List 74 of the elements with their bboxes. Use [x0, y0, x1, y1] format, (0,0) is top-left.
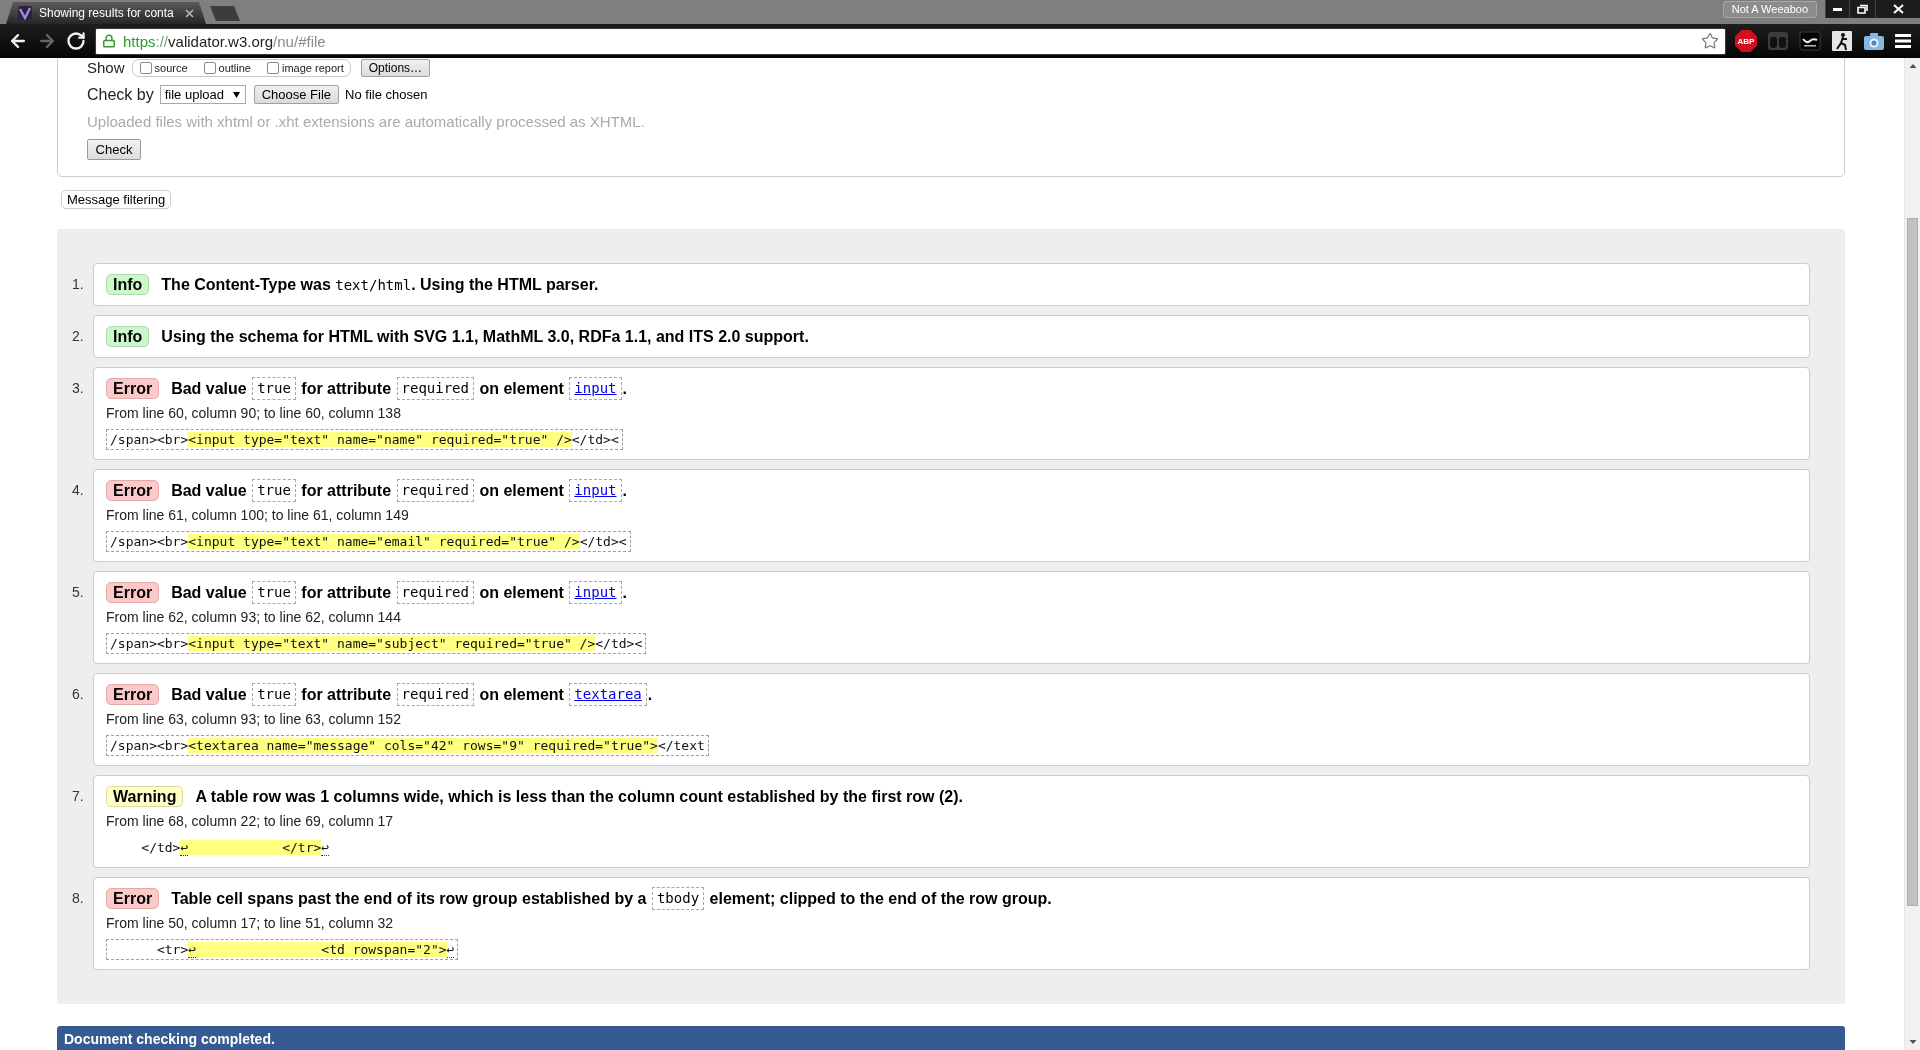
lock-icon — [102, 34, 116, 48]
location-text: From line 60, column 90; to line 60, column 138 — [106, 404, 401, 422]
code-extract: /span><br><textarea name="message" cols="42" rows="9" required="true"></text — [106, 735, 709, 756]
hint-text: Uploaded files with xhtml or .xht extensions are automatically processed as XHTML. — [87, 113, 645, 131]
location-text: From line 68, column 22; to line 69, column 17 — [106, 812, 394, 830]
severity-label: Error — [106, 684, 160, 705]
message-text: Using the schema for HTML with SVG 1.1, MathML 3.0, RDFa 1.1, and ITS 2.0 support. — [161, 327, 809, 347]
adblock-button[interactable]: ABP — [1735, 30, 1757, 52]
status-message: Document checking completed. — [57, 1026, 1845, 1050]
message-text: Bad value true for attribute required on element input . — [171, 377, 627, 400]
severity-label: Info — [106, 274, 150, 295]
severity-label: Error — [106, 480, 160, 501]
scrollbar-track[interactable] — [1904, 58, 1920, 1050]
message-number: 2. — [72, 327, 84, 346]
message-text: The Content-Type was text/html. Using the HTML parser. — [161, 274, 599, 295]
options-button[interactable]: Options… — [360, 59, 431, 77]
location-text: From line 62, column 93; to line 62, column 144 — [106, 608, 401, 626]
wave-tile-icon[interactable] — [1799, 30, 1821, 52]
code-extract: /span><br><input type="text" name="email" required="true" /></td>< — [106, 531, 631, 552]
address-bar[interactable]: https://validator.w3.org/nu/#file — [95, 27, 1726, 55]
code-extract: /span><br><input type="text" name="subject" required="true" /></td>< — [106, 633, 647, 654]
bookmark-star-icon[interactable] — [1701, 32, 1719, 50]
choose-file-button[interactable]: Choose File — [253, 85, 340, 104]
minimize-icon[interactable] — [1833, 7, 1842, 11]
message-number: 7. — [72, 787, 84, 806]
severity-label: Info — [106, 326, 150, 347]
camera-icon[interactable] — [1863, 30, 1885, 52]
element-link[interactable]: input — [569, 581, 622, 604]
new-tab-button[interactable] — [210, 6, 240, 21]
check-by-label: Check by — [87, 85, 154, 104]
close-icon[interactable] — [185, 8, 194, 18]
checkbox[interactable] — [267, 62, 279, 74]
message-text: A table row was 1 columns wide, which is less than the column count established by the first row (2). — [195, 787, 963, 807]
location-text: From line 61, column 100; to line 61, column 149 — [106, 506, 409, 524]
menu-icon[interactable] — [1895, 33, 1911, 49]
checkmark-logo-icon — [18, 6, 32, 20]
message-text: Table cell spans past the end of its row group established by a tbody element; clipped to the end of the row group. — [171, 887, 1052, 910]
checkbox-label[interactable]: outline — [218, 61, 251, 75]
checkbox[interactable] — [203, 62, 216, 74]
code-extract: /span><br><input type="text" name="name" required="true" /></td>< — [106, 429, 623, 450]
severity-label: Error — [106, 582, 160, 603]
checkbox-label[interactable]: image report — [282, 61, 344, 75]
reload-icon[interactable] — [65, 31, 86, 51]
severity-label: Error — [106, 378, 160, 399]
checkbox-label[interactable]: source — [154, 61, 188, 75]
element-link[interactable]: input — [569, 479, 622, 502]
element-link[interactable]: textarea — [569, 683, 647, 706]
message-number: 5. — [72, 583, 84, 602]
message-number: 4. — [72, 481, 84, 500]
message-text: Bad value true for attribute required on element textarea . — [171, 683, 653, 706]
figure-tile-icon[interactable] — [1831, 30, 1853, 52]
check-button[interactable]: Check — [87, 139, 141, 160]
browser-tab[interactable]: Showing results for conta — [6, 2, 206, 24]
element-link[interactable]: input — [569, 377, 622, 400]
file-status-text: No file chosen — [345, 87, 428, 102]
caret-icon — [232, 91, 240, 98]
message-number: 8. — [72, 889, 84, 908]
restore-icon[interactable] — [1857, 4, 1868, 14]
message-number: 6. — [72, 685, 84, 704]
location-text: From line 63, column 93; to line 63, column 152 — [106, 710, 401, 728]
severity-label: Warning — [106, 786, 184, 807]
scrollbar-thumb[interactable] — [1907, 218, 1918, 906]
severity-label: Error — [106, 888, 160, 909]
message-filtering-button[interactable]: Message filtering — [61, 190, 172, 209]
code-extract: </td>↩ </tr>↩ — [140, 839, 331, 858]
show-label: Show — [87, 59, 125, 77]
message-number: 1. — [72, 275, 84, 294]
check-by-select[interactable]: file upload — [159, 85, 246, 104]
message-text: Bad value true for attribute required on element input . — [171, 581, 627, 604]
checkbox[interactable] — [139, 62, 152, 74]
location-text: From line 50, column 17; to line 51, column 32 — [106, 914, 394, 932]
message-text: Bad value true for attribute required on element input . — [171, 479, 627, 502]
message-number: 3. — [72, 379, 84, 398]
code-extract: <tr>↩ <td rowspan="2">↩ — [106, 939, 459, 960]
